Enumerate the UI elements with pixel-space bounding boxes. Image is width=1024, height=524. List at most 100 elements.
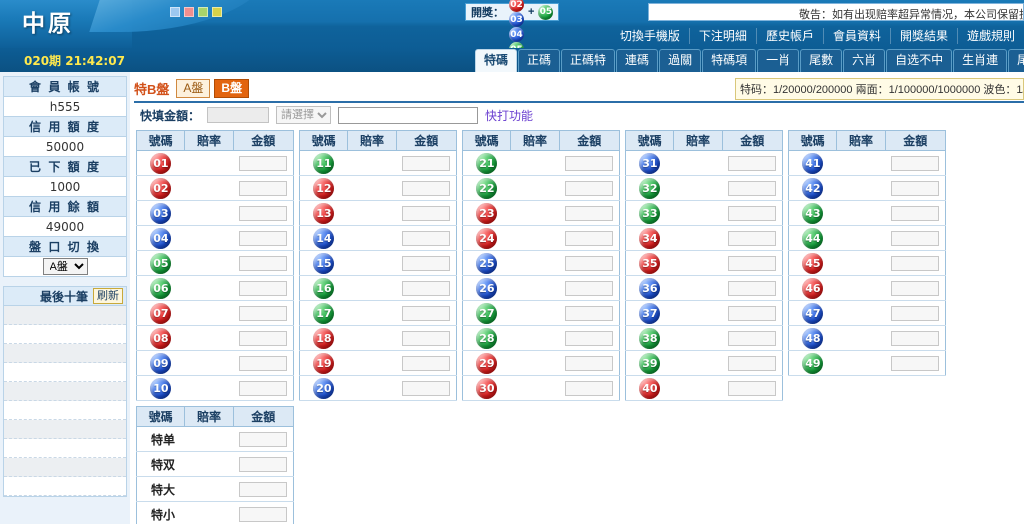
number-ball-27[interactable]: 27 bbox=[476, 303, 497, 324]
tab-連碼[interactable]: 連碼 bbox=[616, 49, 658, 72]
number-ball-08[interactable]: 08 bbox=[150, 328, 171, 349]
number-ball-38[interactable]: 38 bbox=[639, 328, 660, 349]
amount-input-37[interactable] bbox=[728, 306, 776, 321]
amount-input-21[interactable] bbox=[565, 156, 613, 171]
number-ball-20[interactable]: 20 bbox=[313, 378, 334, 399]
amount-input-12[interactable] bbox=[402, 181, 450, 196]
amount-input-07[interactable] bbox=[239, 306, 287, 321]
special-bet-name[interactable]: 特双 bbox=[137, 452, 185, 477]
amount-input-13[interactable] bbox=[402, 206, 450, 221]
number-ball-31[interactable]: 31 bbox=[639, 153, 660, 174]
number-ball-34[interactable]: 34 bbox=[639, 228, 660, 249]
amount-input-11[interactable] bbox=[402, 156, 450, 171]
number-ball-33[interactable]: 33 bbox=[639, 203, 660, 224]
amount-input-40[interactable] bbox=[728, 381, 776, 396]
number-ball-01[interactable]: 01 bbox=[150, 153, 171, 174]
number-ball-41[interactable]: 41 bbox=[802, 153, 823, 174]
amount-input-19[interactable] bbox=[402, 356, 450, 371]
number-ball-15[interactable]: 15 bbox=[313, 253, 334, 274]
refresh-button[interactable]: 刷新 bbox=[93, 288, 123, 304]
tab-一肖[interactable]: 一肖 bbox=[757, 49, 799, 72]
nav-item-開獎結果[interactable]: 開獎結果 bbox=[891, 28, 958, 44]
amount-input-35[interactable] bbox=[728, 256, 776, 271]
amount-input-48[interactable] bbox=[891, 331, 939, 346]
quick-fill-text-input[interactable] bbox=[338, 107, 478, 124]
amount-input-38[interactable] bbox=[728, 331, 776, 346]
amount-input-特双[interactable] bbox=[239, 457, 287, 472]
number-ball-32[interactable]: 32 bbox=[639, 178, 660, 199]
amount-input-06[interactable] bbox=[239, 281, 287, 296]
amount-input-特单[interactable] bbox=[239, 432, 287, 447]
amount-input-28[interactable] bbox=[565, 331, 613, 346]
number-ball-42[interactable]: 42 bbox=[802, 178, 823, 199]
tab-過關[interactable]: 過關 bbox=[659, 49, 701, 72]
amount-input-47[interactable] bbox=[891, 306, 939, 321]
number-ball-07[interactable]: 07 bbox=[150, 303, 171, 324]
amount-input-特小[interactable] bbox=[239, 507, 287, 522]
tab-正碼特[interactable]: 正碼特 bbox=[561, 49, 615, 72]
number-ball-45[interactable]: 45 bbox=[802, 253, 823, 274]
amount-input-44[interactable] bbox=[891, 231, 939, 246]
quick-fill-select[interactable]: 請選擇 bbox=[276, 106, 331, 124]
tab-特碼項[interactable]: 特碼項 bbox=[702, 49, 756, 72]
tab-自选不中[interactable]: 自选不中 bbox=[886, 49, 952, 72]
number-ball-36[interactable]: 36 bbox=[639, 278, 660, 299]
nav-item-切換手機版[interactable]: 切換手機版 bbox=[611, 28, 690, 44]
number-ball-37[interactable]: 37 bbox=[639, 303, 660, 324]
amount-input-05[interactable] bbox=[239, 256, 287, 271]
amount-input-10[interactable] bbox=[239, 381, 287, 396]
number-ball-14[interactable]: 14 bbox=[313, 228, 334, 249]
special-bet-name[interactable]: 特单 bbox=[137, 427, 185, 452]
amount-input-14[interactable] bbox=[402, 231, 450, 246]
amount-input-03[interactable] bbox=[239, 206, 287, 221]
quick-fill-amount-input[interactable] bbox=[207, 107, 269, 123]
amount-input-46[interactable] bbox=[891, 281, 939, 296]
number-ball-23[interactable]: 23 bbox=[476, 203, 497, 224]
amount-input-17[interactable] bbox=[402, 306, 450, 321]
amount-input-16[interactable] bbox=[402, 281, 450, 296]
nav-item-遊戲規則[interactable]: 遊戲規則 bbox=[958, 28, 1024, 44]
amount-input-41[interactable] bbox=[891, 156, 939, 171]
nav-item-會員資料[interactable]: 會員資料 bbox=[824, 28, 891, 44]
number-ball-10[interactable]: 10 bbox=[150, 378, 171, 399]
number-ball-26[interactable]: 26 bbox=[476, 278, 497, 299]
number-ball-12[interactable]: 12 bbox=[313, 178, 334, 199]
number-ball-46[interactable]: 46 bbox=[802, 278, 823, 299]
number-ball-04[interactable]: 04 bbox=[150, 228, 171, 249]
amount-input-49[interactable] bbox=[891, 356, 939, 371]
amount-input-08[interactable] bbox=[239, 331, 287, 346]
tab-尾數連[interactable]: 尾數連 bbox=[1008, 49, 1024, 72]
amount-input-22[interactable] bbox=[565, 181, 613, 196]
amount-input-23[interactable] bbox=[565, 206, 613, 221]
number-ball-02[interactable]: 02 bbox=[150, 178, 171, 199]
amount-input-33[interactable] bbox=[728, 206, 776, 221]
amount-input-45[interactable] bbox=[891, 256, 939, 271]
amount-input-04[interactable] bbox=[239, 231, 287, 246]
amount-input-特大[interactable] bbox=[239, 482, 287, 497]
tab-生肖連[interactable]: 生肖連 bbox=[953, 49, 1007, 72]
amount-input-34[interactable] bbox=[728, 231, 776, 246]
number-ball-13[interactable]: 13 bbox=[313, 203, 334, 224]
amount-input-39[interactable] bbox=[728, 356, 776, 371]
number-ball-48[interactable]: 48 bbox=[802, 328, 823, 349]
panel-a-button[interactable]: A盤 bbox=[176, 79, 210, 98]
number-ball-06[interactable]: 06 bbox=[150, 278, 171, 299]
tab-六肖[interactable]: 六肖 bbox=[843, 49, 885, 72]
amount-input-42[interactable] bbox=[891, 181, 939, 196]
amount-input-29[interactable] bbox=[565, 356, 613, 371]
number-ball-19[interactable]: 19 bbox=[313, 353, 334, 374]
number-ball-03[interactable]: 03 bbox=[150, 203, 171, 224]
number-ball-21[interactable]: 21 bbox=[476, 153, 497, 174]
number-ball-47[interactable]: 47 bbox=[802, 303, 823, 324]
amount-input-32[interactable] bbox=[728, 181, 776, 196]
special-bet-name[interactable]: 特大 bbox=[137, 477, 185, 502]
number-ball-44[interactable]: 44 bbox=[802, 228, 823, 249]
amount-input-43[interactable] bbox=[891, 206, 939, 221]
number-ball-25[interactable]: 25 bbox=[476, 253, 497, 274]
amount-input-31[interactable] bbox=[728, 156, 776, 171]
amount-input-02[interactable] bbox=[239, 181, 287, 196]
number-ball-24[interactable]: 24 bbox=[476, 228, 497, 249]
number-ball-16[interactable]: 16 bbox=[313, 278, 334, 299]
number-ball-18[interactable]: 18 bbox=[313, 328, 334, 349]
number-ball-40[interactable]: 40 bbox=[639, 378, 660, 399]
